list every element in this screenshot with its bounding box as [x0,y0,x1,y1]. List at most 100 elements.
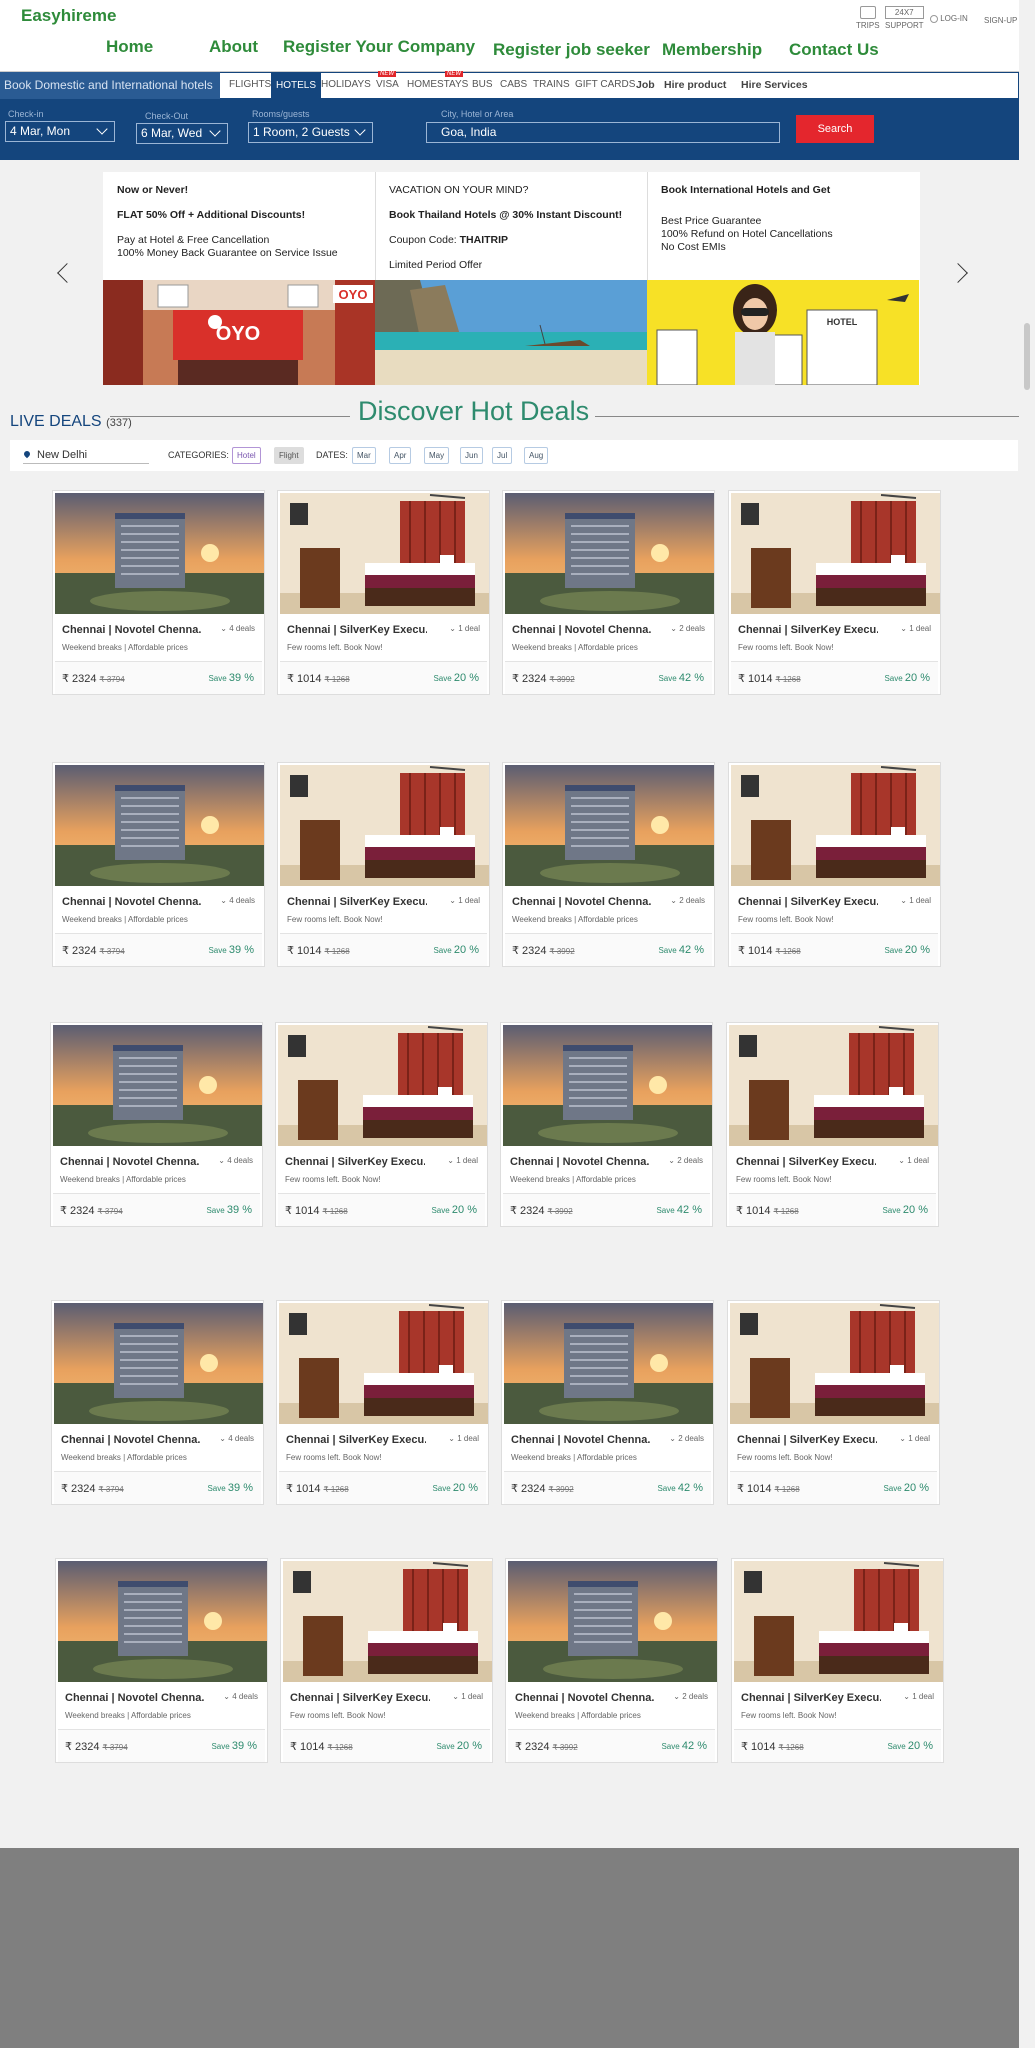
deal-card[interactable]: Chennai | SilverKey Execu... ⌄ 1 deal Few … [731,1558,944,1763]
deal-photo[interactable] [504,1303,713,1424]
deal-count[interactable]: ⌄ 1 deal [452,1692,483,1701]
deal-count[interactable]: ⌄ 1 deal [900,624,931,633]
checkin-field[interactable]: 4 Mar, Mon [5,121,115,142]
deal-photo[interactable] [730,1303,939,1424]
category-hotel[interactable]: Hotel [232,447,261,464]
deal-count[interactable]: ⌄ 1 deal [898,1156,929,1165]
month-mar[interactable]: Mar [352,447,376,464]
deal-photo[interactable] [55,765,264,886]
deal-count[interactable]: ⌄ 4 deals [219,1434,254,1443]
deal-count[interactable]: ⌄ 1 deal [447,1156,478,1165]
rooms-field[interactable]: 1 Room, 2 Guests [248,122,373,143]
tab-visa[interactable]: NEW VISA [376,71,399,90]
city-input[interactable]: Goa, India [426,122,780,143]
deal-photo[interactable] [283,1561,492,1682]
tab-bus[interactable]: BUS [472,79,493,90]
login-link[interactable]: LOG-IN [930,14,968,23]
deal-hotel-name[interactable]: Chennai | SilverKey Execu... [287,624,427,636]
nav-contact-us[interactable]: Contact Us [789,40,879,60]
nav-register-job-seeker[interactable]: Register job seeker [493,40,650,60]
month-jun[interactable]: Jun [460,447,483,464]
deal-photo[interactable] [58,1561,267,1682]
deal-hotel-name[interactable]: Chennai | Novotel Chenna... [60,1156,200,1168]
deal-card[interactable]: Chennai | SilverKey Execu... ⌄ 1 deal Few … [280,1558,493,1763]
deal-card[interactable]: Chennai | Novotel Chenna... ⌄ 4 deals Week… [55,1558,268,1763]
promo-thailand[interactable]: VACATION ON YOUR MIND? Book Thailand Hot… [375,172,647,385]
deal-hotel-name[interactable]: Chennai | Novotel Chenna... [510,1156,650,1168]
deal-hotel-name[interactable]: Chennai | Novotel Chenna... [61,1434,201,1446]
deal-card[interactable]: Chennai | SilverKey Execu... ⌄ 1 deal Few … [275,1022,488,1227]
scrollbar[interactable] [1022,0,1035,2048]
deal-count[interactable]: ⌄ 1 deal [449,624,480,633]
tab-gift-cards[interactable]: GIFT CARDS [575,79,635,90]
deal-hotel-name[interactable]: Chennai | Novotel Chenna... [512,896,652,908]
deal-hotel-name[interactable]: Chennai | SilverKey Execu... [287,896,427,908]
deal-card[interactable]: Chennai | Novotel Chenna... ⌄ 2 deals Week… [501,1300,714,1505]
carousel-prev-icon[interactable] [57,263,77,283]
tab-hotels[interactable]: HOTELS [271,73,322,98]
deal-card[interactable]: Chennai | SilverKey Execu... ⌄ 1 deal Few … [277,762,490,967]
deal-hotel-name[interactable]: Chennai | Novotel Chenna... [512,624,652,636]
deal-card[interactable]: Chennai | Novotel Chenna... ⌄ 2 deals Week… [500,1022,713,1227]
category-flight[interactable]: Flight [274,447,304,464]
deal-card[interactable]: Chennai | Novotel Chenna... ⌄ 2 deals Week… [502,490,715,695]
deal-count[interactable]: ⌄ 1 deal [900,896,931,905]
nav-membership[interactable]: Membership [662,40,762,60]
deal-card[interactable]: Chennai | Novotel Chenna... ⌄ 2 deals Week… [502,762,715,967]
deal-photo[interactable] [731,765,940,886]
search-button[interactable]: Search [796,115,874,143]
deal-photo[interactable] [53,1025,262,1146]
deal-card[interactable]: Chennai | SilverKey Execu... ⌄ 1 deal Few … [726,1022,939,1227]
deal-photo[interactable] [729,1025,938,1146]
deal-count[interactable]: ⌄ 4 deals [223,1692,258,1701]
promo-oyo[interactable]: Now or Never! FLAT 50% Off + Additional … [103,172,375,385]
deal-card[interactable]: Chennai | SilverKey Execu... ⌄ 1 deal Few … [728,490,941,695]
deal-photo[interactable] [508,1561,717,1682]
tab-job[interactable]: Job [636,79,655,91]
deal-card[interactable]: Chennai | Novotel Chenna... ⌄ 2 deals Week… [505,1558,718,1763]
deal-photo[interactable] [731,493,940,614]
deal-count[interactable]: ⌄ 4 deals [218,1156,253,1165]
deal-card[interactable]: Chennai | SilverKey Execu... ⌄ 1 deal Few … [276,1300,489,1505]
deal-hotel-name[interactable]: Chennai | Novotel Chenna... [65,1692,205,1704]
deal-hotel-name[interactable]: Chennai | Novotel Chenna... [515,1692,655,1704]
deal-photo[interactable] [280,493,489,614]
deal-photo[interactable] [55,493,264,614]
deal-photo[interactable] [505,765,714,886]
deal-count[interactable]: ⌄ 1 deal [903,1692,934,1701]
trips-link[interactable]: TRIPS [856,6,880,30]
deal-count[interactable]: ⌄ 1 deal [449,896,480,905]
deal-hotel-name[interactable]: Chennai | SilverKey Execu... [290,1692,430,1704]
deal-photo[interactable] [734,1561,943,1682]
location-select[interactable]: New Delhi [22,447,149,464]
carousel-next-icon[interactable] [948,263,968,283]
deal-hotel-name[interactable]: Chennai | Novotel Chenna... [511,1434,651,1446]
deal-count[interactable]: ⌄ 2 deals [670,624,705,633]
deal-count[interactable]: ⌄ 1 deal [448,1434,479,1443]
deal-hotel-name[interactable]: Chennai | SilverKey Execu... [741,1692,881,1704]
tab-trains[interactable]: TRAINS [533,79,570,90]
deal-count[interactable]: ⌄ 2 deals [669,1434,704,1443]
deal-photo[interactable] [54,1303,263,1424]
deal-hotel-name[interactable]: Chennai | SilverKey Execu... [738,624,878,636]
deal-card[interactable]: Chennai | Novotel Chenna... ⌄ 4 deals Week… [50,1022,263,1227]
deal-hotel-name[interactable]: Chennai | SilverKey Execu... [286,1434,426,1446]
deal-photo[interactable] [280,765,489,886]
deal-card[interactable]: Chennai | Novotel Chenna... ⌄ 4 deals Week… [52,490,265,695]
month-aug[interactable]: Aug [524,447,549,464]
tab-hire-services[interactable]: Hire Services [741,79,808,91]
deal-card[interactable]: Chennai | SilverKey Execu... ⌄ 1 deal Few … [277,490,490,695]
promo-international[interactable]: Book International Hotels and Get Best P… [647,172,919,385]
deal-count[interactable]: ⌄ 4 deals [220,624,255,633]
deal-card[interactable]: Chennai | SilverKey Execu... ⌄ 1 deal Few … [728,762,941,967]
deal-photo[interactable] [505,493,714,614]
deal-hotel-name[interactable]: Chennai | Novotel Chenna... [62,624,202,636]
tab-cabs[interactable]: CABS [500,79,527,90]
deal-card[interactable]: Chennai | Novotel Chenna... ⌄ 4 deals Week… [52,762,265,967]
tab-homestays[interactable]: NEW HOMESTAYS [407,71,468,90]
deal-count[interactable]: ⌄ 2 deals [670,896,705,905]
tab-holidays[interactable]: HOLIDAYS [321,79,371,90]
month-jul[interactable]: Jul [492,447,513,464]
deal-count[interactable]: ⌄ 1 deal [899,1434,930,1443]
deal-hotel-name[interactable]: Chennai | Novotel Chenna... [62,896,202,908]
